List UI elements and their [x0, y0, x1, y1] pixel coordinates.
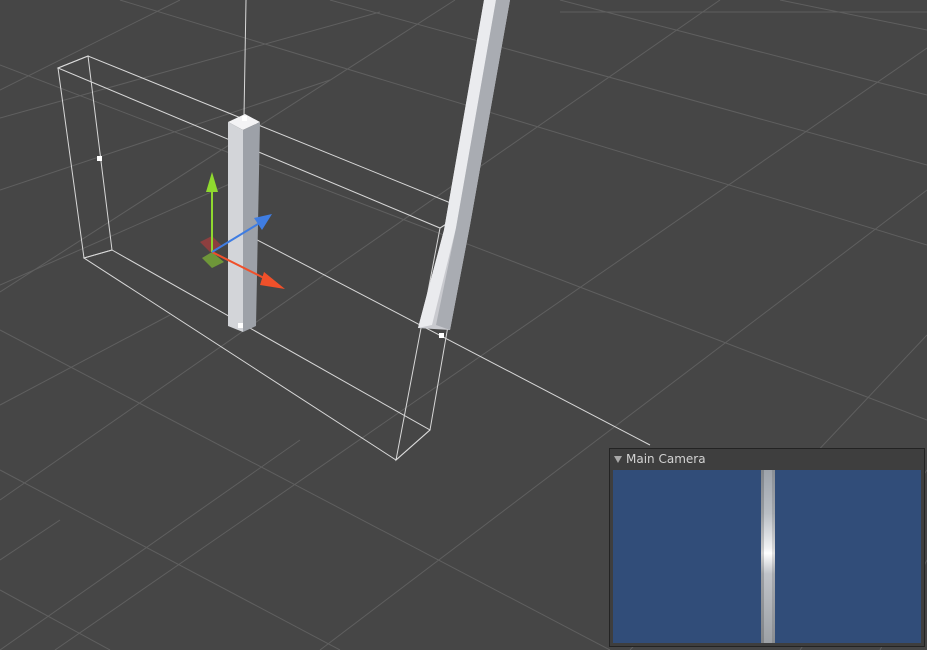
camera-preview-title: Main Camera: [626, 452, 706, 466]
far-pillar-object[interactable]: [418, 0, 510, 330]
xy-plane-handle: [202, 252, 224, 268]
foldout-triangle-icon[interactable]: [614, 455, 622, 463]
selected-pillar-object[interactable]: [228, 114, 260, 332]
x-axis-arrow-icon[interactable]: [260, 272, 285, 289]
camera-preview-overlay: Main Camera: [609, 448, 925, 647]
camera-preview-pillar: [761, 470, 775, 643]
y-axis-arrow-icon[interactable]: [206, 172, 218, 192]
camera-frustum: [56, 0, 651, 462]
camera-preview-viewport: [613, 470, 921, 643]
frustum-handles[interactable]: [97, 116, 444, 338]
camera-preview-header[interactable]: Main Camera: [610, 449, 924, 469]
